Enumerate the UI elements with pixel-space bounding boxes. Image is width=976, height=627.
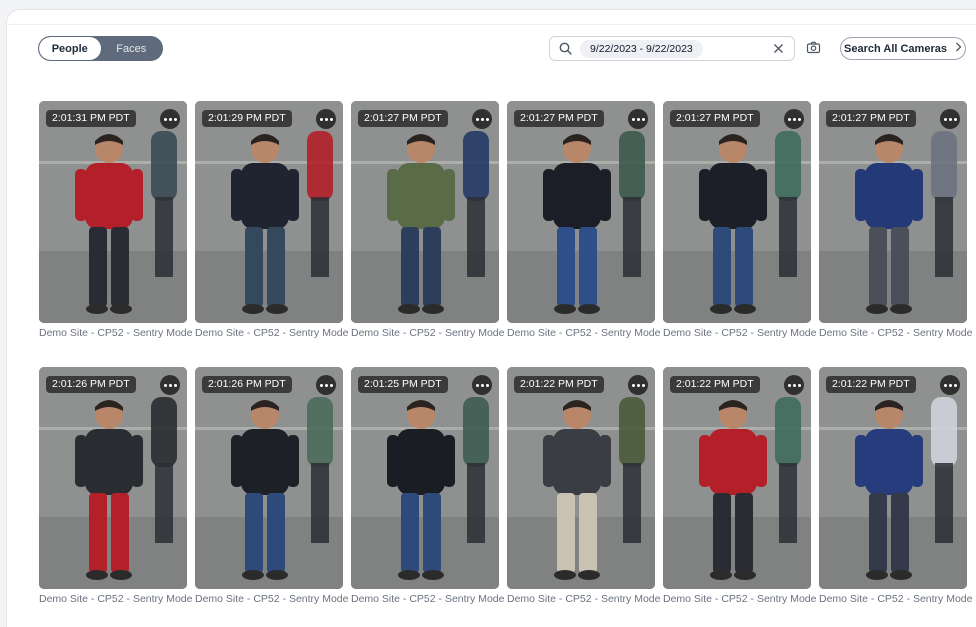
camera-caption: Demo Site - CP52 - Sentry Mode — [819, 327, 973, 339]
camera-caption: Demo Site - CP52 - Sentry Mode — [507, 593, 661, 605]
timestamp-badge: 2:01:26 PM PDT — [46, 376, 136, 393]
scene-illustration — [351, 367, 499, 589]
person-thumbnail[interactable]: 2:01:27 PM PDT — [663, 101, 811, 323]
person-thumbnail[interactable]: 2:01:27 PM PDT — [351, 101, 499, 323]
result-tile[interactable]: 2:01:27 PM PDT Demo Site - CP52 - Sentry … — [507, 101, 661, 339]
result-tile[interactable]: 2:01:31 PM PDT Demo Site - CP52 - Sentry … — [39, 101, 193, 339]
people-tab[interactable]: People — [39, 37, 101, 60]
more-options-icon[interactable] — [940, 109, 960, 129]
person-thumbnail[interactable]: 2:01:26 PM PDT — [195, 367, 343, 589]
more-options-icon[interactable] — [160, 375, 180, 395]
chevron-right-icon — [955, 42, 962, 55]
people-faces-toggle[interactable]: People Faces — [38, 36, 163, 61]
camera-caption: Demo Site - CP52 - Sentry Mode — [663, 327, 817, 339]
person-thumbnail[interactable]: 2:01:29 PM PDT — [195, 101, 343, 323]
timestamp-badge: 2:01:25 PM PDT — [358, 376, 448, 393]
result-tile[interactable]: 2:01:27 PM PDT Demo Site - CP52 - Sentry … — [819, 101, 973, 339]
more-options-icon[interactable] — [628, 109, 648, 129]
timestamp-badge: 2:01:22 PM PDT — [514, 376, 604, 393]
timestamp-badge: 2:01:27 PM PDT — [514, 110, 604, 127]
person-thumbnail[interactable]: 2:01:22 PM PDT — [663, 367, 811, 589]
more-options-icon[interactable] — [628, 375, 648, 395]
camera-caption: Demo Site - CP52 - Sentry Mode — [39, 593, 193, 605]
search-all-cameras-label: Search All Cameras — [844, 42, 947, 55]
timestamp-badge: 2:01:27 PM PDT — [826, 110, 916, 127]
camera-caption: Demo Site - CP52 - Sentry Mode — [663, 593, 817, 605]
scene-illustration — [663, 101, 811, 323]
person-thumbnail[interactable]: 2:01:27 PM PDT — [507, 101, 655, 323]
result-tile[interactable]: 2:01:26 PM PDT Demo Site - CP52 - Sentry … — [195, 367, 349, 605]
scene-illustration — [663, 367, 811, 589]
search-icon — [558, 42, 572, 56]
more-options-icon[interactable] — [472, 375, 492, 395]
camera-caption: Demo Site - CP52 - Sentry Mode — [39, 327, 193, 339]
scene-illustration — [351, 101, 499, 323]
result-tile[interactable]: 2:01:25 PM PDT Demo Site - CP52 - Sentry … — [351, 367, 505, 605]
timestamp-badge: 2:01:27 PM PDT — [358, 110, 448, 127]
camera-caption: Demo Site - CP52 - Sentry Mode — [195, 327, 349, 339]
scene-illustration — [819, 367, 967, 589]
camera-icon[interactable] — [806, 40, 822, 56]
timestamp-badge: 2:01:26 PM PDT — [202, 376, 292, 393]
person-thumbnail[interactable]: 2:01:25 PM PDT — [351, 367, 499, 589]
timestamp-badge: 2:01:27 PM PDT — [670, 110, 760, 127]
result-tile[interactable]: 2:01:27 PM PDT Demo Site - CP52 - Sentry … — [351, 101, 505, 339]
result-tile[interactable]: 2:01:29 PM PDT Demo Site - CP52 - Sentry … — [195, 101, 349, 339]
scene-illustration — [195, 101, 343, 323]
clear-icon[interactable] — [772, 42, 786, 56]
scene-illustration — [39, 101, 187, 323]
timestamp-badge: 2:01:29 PM PDT — [202, 110, 292, 127]
more-options-icon[interactable] — [784, 375, 804, 395]
scene-illustration — [507, 367, 655, 589]
search-all-cameras-button[interactable]: Search All Cameras — [840, 37, 966, 60]
scene-illustration — [195, 367, 343, 589]
camera-caption: Demo Site - CP52 - Sentry Mode — [819, 593, 973, 605]
scene-illustration — [39, 367, 187, 589]
person-thumbnail[interactable]: 2:01:22 PM PDT — [819, 367, 967, 589]
result-tile[interactable]: 2:01:22 PM PDT Demo Site - CP52 - Sentry … — [819, 367, 973, 605]
header-divider — [6, 24, 976, 25]
timestamp-badge: 2:01:22 PM PDT — [826, 376, 916, 393]
result-tile[interactable]: 2:01:22 PM PDT Demo Site - CP52 - Sentry … — [507, 367, 661, 605]
more-options-icon[interactable] — [940, 375, 960, 395]
camera-caption: Demo Site - CP52 - Sentry Mode — [195, 593, 349, 605]
faces-tab[interactable]: Faces — [101, 37, 163, 60]
result-tile[interactable]: 2:01:22 PM PDT Demo Site - CP52 - Sentry … — [663, 367, 817, 605]
person-thumbnail[interactable]: 2:01:31 PM PDT — [39, 101, 187, 323]
camera-caption: Demo Site - CP52 - Sentry Mode — [351, 593, 505, 605]
result-tile[interactable]: 2:01:26 PM PDT Demo Site - CP52 - Sentry … — [39, 367, 193, 605]
more-options-icon[interactable] — [316, 109, 336, 129]
more-options-icon[interactable] — [160, 109, 180, 129]
result-tile[interactable]: 2:01:27 PM PDT Demo Site - CP52 - Sentry … — [663, 101, 817, 339]
date-range-chip[interactable]: 9/22/2023 - 9/22/2023 — [580, 39, 703, 58]
camera-caption: Demo Site - CP52 - Sentry Mode — [351, 327, 505, 339]
scene-illustration — [819, 101, 967, 323]
search-input[interactable]: 9/22/2023 - 9/22/2023 — [549, 36, 795, 61]
timestamp-badge: 2:01:22 PM PDT — [670, 376, 760, 393]
more-options-icon[interactable] — [472, 109, 492, 129]
more-options-icon[interactable] — [316, 375, 336, 395]
timestamp-badge: 2:01:31 PM PDT — [46, 110, 136, 127]
camera-caption: Demo Site - CP52 - Sentry Mode — [507, 327, 661, 339]
person-thumbnail[interactable]: 2:01:27 PM PDT — [819, 101, 967, 323]
scene-illustration — [507, 101, 655, 323]
more-options-icon[interactable] — [784, 109, 804, 129]
person-thumbnail[interactable]: 2:01:22 PM PDT — [507, 367, 655, 589]
person-thumbnail[interactable]: 2:01:26 PM PDT — [39, 367, 187, 589]
